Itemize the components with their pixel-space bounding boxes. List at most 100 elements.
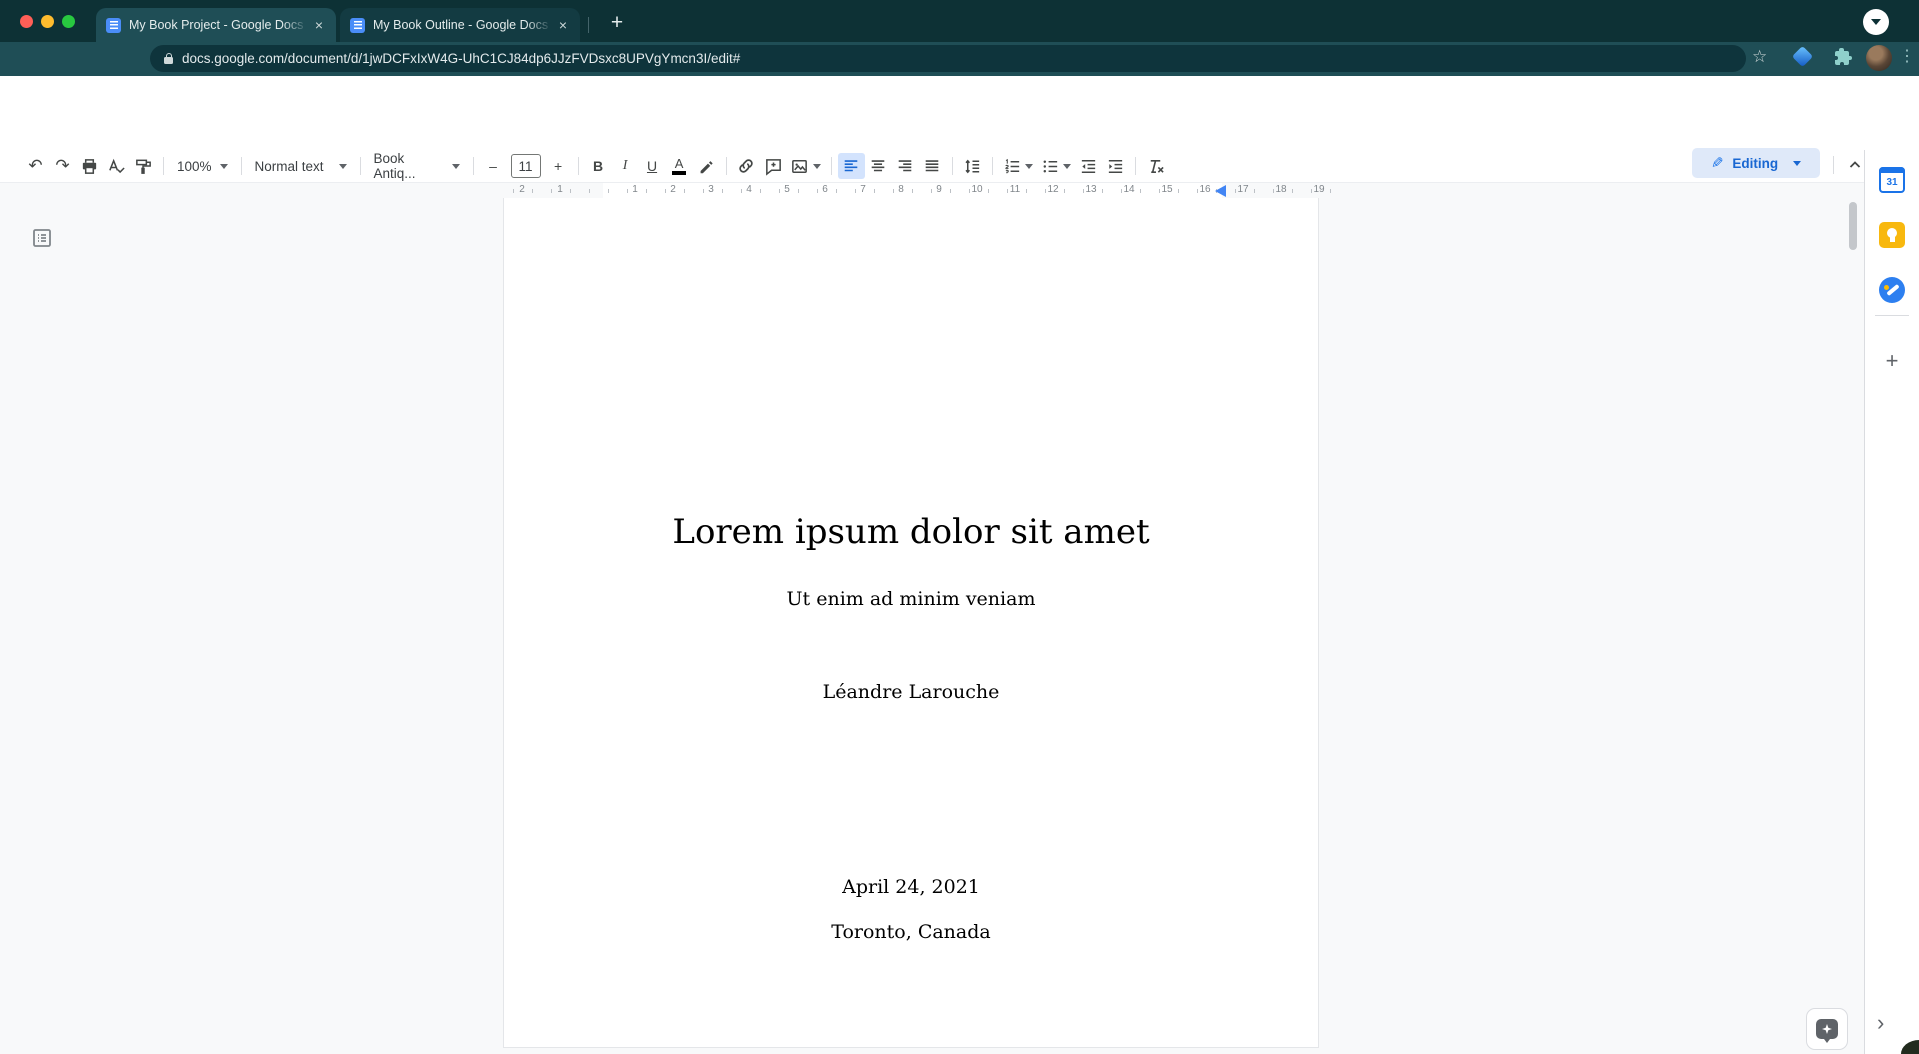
document-canvas[interactable]: Lorem ipsum dolor sit amet Ut enim ad mi… xyxy=(0,198,1864,1054)
ruler-tick xyxy=(1140,189,1141,193)
document-page[interactable]: Lorem ipsum dolor sit amet Ut enim ad mi… xyxy=(503,198,1319,1048)
new-tab-button[interactable]: + xyxy=(602,8,632,38)
bold-button[interactable]: B xyxy=(585,153,612,179)
line-spacing-icon[interactable] xyxy=(959,153,986,179)
zoom-select[interactable]: 100% xyxy=(170,153,235,179)
ruler-tick xyxy=(817,189,818,193)
close-tab-icon[interactable]: × xyxy=(554,16,572,34)
toolbar-divider xyxy=(163,157,164,175)
expand-side-panel-icon[interactable]: › xyxy=(1877,1010,1884,1036)
insert-image-icon[interactable] xyxy=(787,153,825,179)
toolbar-divider xyxy=(726,157,727,175)
right-indent-marker[interactable] xyxy=(1215,185,1226,197)
ruler-tick xyxy=(608,189,609,193)
ruler-tick xyxy=(513,189,514,193)
doc-date[interactable]: April 24, 2021 xyxy=(504,876,1318,898)
spellcheck-icon[interactable] xyxy=(103,153,130,179)
ruler-tick xyxy=(1197,189,1198,193)
paint-format-icon[interactable] xyxy=(130,153,157,179)
align-left-button[interactable] xyxy=(838,153,865,179)
text-color-bar xyxy=(672,171,686,175)
highlight-color-icon[interactable] xyxy=(693,153,720,179)
search-tabs-button[interactable] xyxy=(1863,9,1889,35)
doc-subtitle[interactable]: Ut enim ad minim veniam xyxy=(504,588,1318,610)
ruler-tick xyxy=(665,189,666,193)
bookmark-star-icon[interactable]: ☆ xyxy=(1752,47,1767,67)
align-center-button[interactable] xyxy=(865,153,892,179)
close-tab-icon[interactable]: × xyxy=(310,16,328,34)
minimize-window-button[interactable] xyxy=(41,15,54,28)
toolbar-divider xyxy=(952,157,953,175)
ruler-tick xyxy=(1064,189,1065,193)
extensions-puzzle-icon[interactable] xyxy=(1833,46,1853,66)
ruler[interactable]: 2112345678910111213141516171819 xyxy=(0,183,1864,198)
font-size-input[interactable]: 11 xyxy=(511,154,541,178)
vertical-scrollbar[interactable] xyxy=(1849,202,1857,250)
insert-link-icon[interactable] xyxy=(733,153,760,179)
pencil-icon: ✎ xyxy=(1711,154,1724,172)
ruler-number: 15 xyxy=(1161,184,1172,195)
font-family-select[interactable]: Book Antiq... xyxy=(367,153,467,179)
ruler-number: 16 xyxy=(1199,184,1210,195)
numbered-list-icon[interactable] xyxy=(999,153,1037,179)
align-right-button[interactable] xyxy=(892,153,919,179)
address-bar[interactable]: docs.google.com/document/d/1jwDCFxIxW4G-… xyxy=(150,45,1746,72)
tab-my-book-outline[interactable]: My Book Outline - Google Docs × xyxy=(340,8,580,42)
tab-title-fade xyxy=(282,8,308,42)
ruler-tick xyxy=(532,189,533,193)
add-comment-icon[interactable] xyxy=(760,153,787,179)
ruler-tick xyxy=(627,189,628,193)
ruler-tick xyxy=(1235,189,1236,193)
ruler-tick xyxy=(646,189,647,193)
ruler-number: 13 xyxy=(1085,184,1096,195)
ruler-tick xyxy=(551,189,552,193)
justify-button[interactable] xyxy=(919,153,946,179)
explore-button[interactable] xyxy=(1806,1008,1848,1050)
bulleted-list-icon[interactable] xyxy=(1037,153,1075,179)
close-window-button[interactable] xyxy=(20,15,33,28)
ruler-tick xyxy=(1273,189,1274,193)
ruler-tick xyxy=(931,189,932,193)
browser-menu-icon[interactable]: ⋮ xyxy=(1899,46,1915,66)
clear-formatting-icon[interactable] xyxy=(1142,153,1169,179)
ruler-number: 8 xyxy=(898,184,904,195)
zoom-window-button[interactable] xyxy=(62,15,75,28)
decrease-font-size-button[interactable]: – xyxy=(480,153,507,179)
browser-profile-avatar[interactable] xyxy=(1866,45,1892,71)
browser-tab-bar: My Book Project - Google Docs × My Book … xyxy=(0,0,1919,42)
lock-icon[interactable] xyxy=(164,57,173,64)
ruler-number: 19 xyxy=(1313,184,1324,195)
ruler-tick xyxy=(703,189,704,193)
doc-heading[interactable]: Lorem ipsum dolor sit amet xyxy=(504,512,1318,552)
tasks-icon[interactable] xyxy=(1879,277,1905,303)
ruler-tick xyxy=(779,189,780,193)
underline-button[interactable]: U xyxy=(639,153,666,179)
add-addon-button[interactable]: + xyxy=(1879,348,1905,374)
increase-font-size-button[interactable]: + xyxy=(545,153,572,179)
ruler-number: 10 xyxy=(971,184,982,195)
calendar-day: 31 xyxy=(1886,177,1897,188)
ruler-tick xyxy=(1083,189,1084,193)
doc-location[interactable]: Toronto, Canada xyxy=(504,921,1318,943)
doc-author[interactable]: Léandre Larouche xyxy=(504,681,1318,703)
ruler-tick xyxy=(1026,189,1027,193)
increase-indent-icon[interactable] xyxy=(1102,153,1129,179)
left-indent-marker[interactable] xyxy=(611,183,624,198)
ruler-number: 2 xyxy=(519,184,525,195)
tab-my-book-project[interactable]: My Book Project - Google Docs × xyxy=(96,8,336,42)
ruler-tick xyxy=(722,189,723,193)
decrease-indent-icon[interactable] xyxy=(1075,153,1102,179)
ruler-number: 6 xyxy=(822,184,828,195)
calendar-icon[interactable]: 31 xyxy=(1879,167,1905,193)
document-outline-icon[interactable] xyxy=(30,226,54,250)
paragraph-style-select[interactable]: Normal text xyxy=(248,153,354,179)
ruler-number: 1 xyxy=(557,184,563,195)
print-icon[interactable] xyxy=(76,153,103,179)
chevron-down-icon xyxy=(339,164,347,169)
redo-icon[interactable]: ↷ xyxy=(49,153,76,179)
text-color-button[interactable]: A xyxy=(666,153,693,179)
editing-mode-select[interactable]: ✎ Editing xyxy=(1692,148,1820,178)
italic-button[interactable]: I xyxy=(612,153,639,179)
keep-icon[interactable] xyxy=(1879,222,1905,248)
undo-icon[interactable]: ↶ xyxy=(22,153,49,179)
